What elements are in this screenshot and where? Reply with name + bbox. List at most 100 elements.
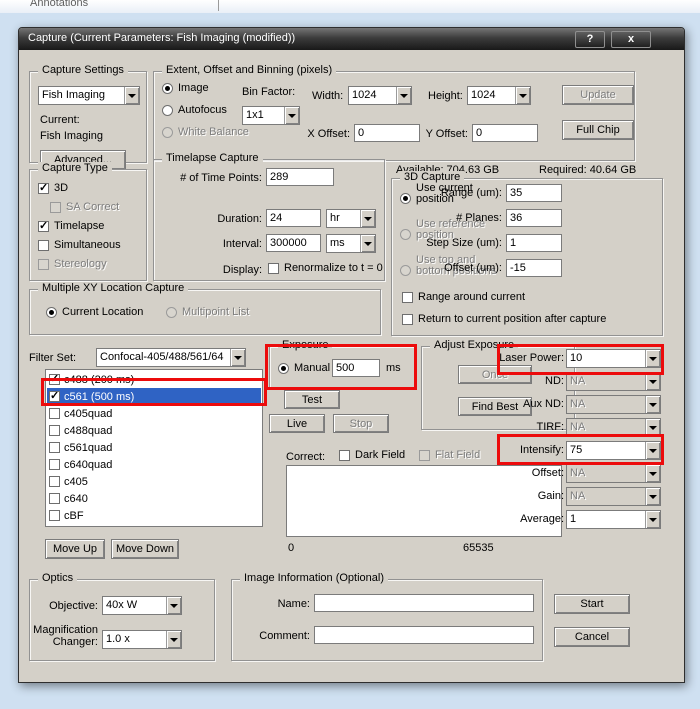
dropdown-arrow-icon[interactable] [360,235,375,252]
dropdown-arrow-icon[interactable] [645,488,660,505]
checkbox-icon [402,314,413,325]
filter-item-c640quad[interactable]: c640quad [47,456,261,473]
nd-select[interactable]: NA [566,372,661,391]
checkbox-icon[interactable] [49,510,60,521]
dropdown-arrow-icon[interactable] [124,87,139,104]
move-down-button[interactable]: Move Down [111,539,179,559]
checkbox-icon[interactable] [49,493,60,504]
z-offset-input[interactable] [506,259,562,277]
time-points-input[interactable] [266,168,334,186]
dark-field-checkbox[interactable]: Dark Field [339,449,405,461]
current-preset-value: Fish Imaging [40,130,103,142]
checkbox-icon[interactable] [49,408,60,419]
checkbox-icon[interactable] [49,459,60,470]
filter-item-c640[interactable]: c640 [47,490,261,507]
aux-nd-select[interactable]: NA [566,395,661,414]
range-around-checkbox[interactable]: Range around current [402,291,525,303]
dropdown-arrow-icon[interactable] [166,597,181,614]
update-button[interactable]: Update [562,85,634,105]
range-input[interactable] [506,184,562,202]
dropdown-arrow-icon[interactable] [645,350,660,367]
current-location-radio[interactable]: Current Location [46,306,143,318]
dropdown-arrow-icon[interactable] [515,87,530,104]
live-button[interactable]: Live [269,414,325,433]
bin-factor-select[interactable]: 1x1 [242,106,300,125]
dropdown-arrow-icon[interactable] [166,631,181,648]
checkbox-simultaneous-label: Simultaneous [54,239,121,251]
preset-select[interactable]: Fish Imaging [38,86,140,105]
offset-select[interactable]: NA [566,464,661,483]
checkbox-sa-correct[interactable]: SA Correct [50,201,119,213]
y-offset-input[interactable] [472,124,538,142]
test-button[interactable]: Test [284,390,340,409]
image-comment-input[interactable] [314,626,534,644]
checkbox-icon [38,183,49,194]
dialog-titlebar[interactable]: Capture (Current Parameters: Fish Imagin… [19,28,684,50]
interval-input[interactable] [266,234,321,252]
filter-set-select[interactable]: Confocal-405/488/561/64 [96,348,246,367]
dropdown-arrow-icon[interactable] [230,349,245,366]
checkbox-timelapse[interactable]: Timelapse [38,220,104,232]
gain-select[interactable]: NA [566,487,661,506]
dropdown-arrow-icon[interactable] [396,87,411,104]
image-radio[interactable]: Image [162,82,209,94]
dialog-client-area: Capture Settings Fish Imaging Current: F… [19,50,684,683]
white-balance-radio-label: White Balance [178,126,249,138]
objective-select[interactable]: 40x W [102,596,182,615]
duration-input[interactable] [266,209,321,227]
dropdown-arrow-icon[interactable] [360,210,375,227]
autofocus-radio[interactable]: Autofocus [162,104,227,116]
move-up-button[interactable]: Move Up [45,539,105,559]
extent-legend: Extent, Offset and Binning (pixels) [162,64,336,76]
checkbox-icon[interactable] [49,425,60,436]
return-after-checkbox[interactable]: Return to current position after capture [402,313,606,325]
filter-item-c405quad[interactable]: c405quad [47,405,261,422]
checkbox-icon[interactable] [49,442,60,453]
dropdown-arrow-icon[interactable] [645,465,660,482]
manual-exposure-radio[interactable]: Manual [278,362,330,374]
checkbox-simultaneous[interactable]: Simultaneous [38,239,121,251]
filter-item-c488[interactable]: c488 (200 ms) [47,371,261,388]
checkbox-icon[interactable] [49,476,60,487]
tirf-select[interactable]: NA [566,418,661,437]
intensify-select[interactable]: 75 [566,441,661,460]
filter-item-c405[interactable]: c405 [47,473,261,490]
dropdown-arrow-icon[interactable] [645,442,660,459]
exposure-time-input[interactable] [332,359,380,377]
interval-unit-select[interactable]: ms [326,234,376,253]
checkbox-3d[interactable]: 3D [38,182,68,194]
intensify-value: 75 [567,442,645,459]
dropdown-arrow-icon[interactable] [645,419,660,436]
white-balance-radio[interactable]: White Balance [162,126,249,138]
magnification-changer-select[interactable]: 1.0 x [102,630,182,649]
planes-input[interactable] [506,209,562,227]
checkbox-icon[interactable] [49,391,60,402]
average-select[interactable]: 1 [566,510,661,529]
checkbox-stereology[interactable]: Stereology [38,258,107,270]
dropdown-arrow-icon[interactable] [645,396,660,413]
image-name-input[interactable] [314,594,534,612]
checkbox-icon[interactable] [49,374,60,385]
dropdown-arrow-icon[interactable] [284,107,299,124]
height-select[interactable]: 1024 [467,86,531,105]
step-size-input[interactable] [506,234,562,252]
close-button[interactable]: x [611,31,651,48]
filter-item-cBF[interactable]: cBF [47,507,261,524]
renormalize-checkbox[interactable]: Renormalize to t = 0 [268,262,383,274]
full-chip-button[interactable]: Full Chip [562,120,634,140]
filter-channel-list[interactable]: c488 (200 ms) c561 (500 ms) c405quad c48… [45,369,263,527]
multipoint-list-radio[interactable]: Multipoint List [166,306,249,318]
dropdown-arrow-icon[interactable] [645,511,660,528]
help-button[interactable]: ? [575,31,605,48]
stop-button[interactable]: Stop [333,414,389,433]
radio-icon [278,363,289,374]
width-select[interactable]: 1024 [348,86,412,105]
laser-power-select[interactable]: 10 [566,349,661,368]
duration-unit-select[interactable]: hr [326,209,376,228]
filter-item-c561quad[interactable]: c561quad [47,439,261,456]
cancel-button[interactable]: Cancel [554,627,630,647]
filter-item-c561[interactable]: c561 (500 ms) [47,388,261,405]
start-button[interactable]: Start [554,594,630,614]
filter-item-c488quad[interactable]: c488quad [47,422,261,439]
dropdown-arrow-icon[interactable] [645,373,660,390]
